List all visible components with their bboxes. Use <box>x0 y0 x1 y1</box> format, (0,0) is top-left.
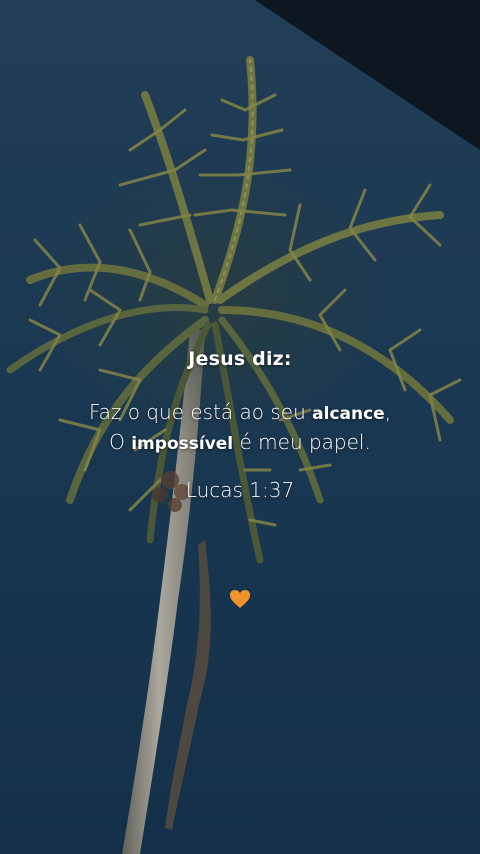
quote-verse: Faz o que está ao seu alcance, O impossí… <box>0 398 480 458</box>
verse-line-2: O impossível é meu papel. <box>109 430 371 454</box>
verse-reference: Lucas 1:37 <box>185 478 295 502</box>
verse-line-1: Faz o que está ao seu alcance, <box>88 400 392 424</box>
verse-emphasis: impossível <box>131 434 234 454</box>
verse-emphasis: alcance <box>312 404 385 424</box>
quote-heading: Jesus diz: <box>188 348 292 370</box>
quote-overlay: Jesus diz: Faz o que está ao seu alcance… <box>0 0 480 854</box>
orange-heart-icon <box>230 590 250 608</box>
